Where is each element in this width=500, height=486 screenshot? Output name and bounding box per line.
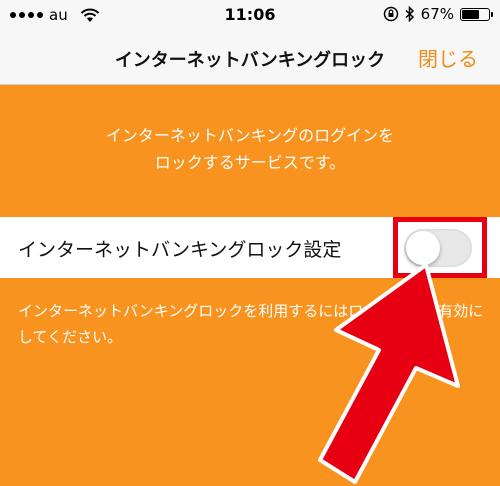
setting-row: インターネットバンキングロック設定 <box>0 217 500 278</box>
battery-icon <box>460 7 493 21</box>
service-description: インターネットバンキングのログインを ロックするサービスです。 <box>0 122 500 176</box>
setting-note: インターネットバンキングロックを利用するにはロック設定を有効にしてください。 <box>18 302 484 346</box>
close-button[interactable]: 閉じる <box>418 43 478 72</box>
nav-bar: インターネットバンキングロック 閉じる <box>0 30 500 85</box>
description-line-1: インターネットバンキングのログインを <box>105 126 395 145</box>
description-line-2: ロックするサービスです。 <box>154 153 346 172</box>
setting-label: インターネットバンキングロック設定 <box>18 239 342 261</box>
toggle-knob <box>406 231 440 265</box>
status-right: 67% <box>383 5 493 23</box>
orientation-lock-icon <box>383 6 398 22</box>
battery-percent: 67% <box>420 5 454 23</box>
status-bar: au 11:06 67% <box>0 0 500 30</box>
bluetooth-icon <box>405 6 414 22</box>
lock-toggle-switch[interactable] <box>404 229 472 267</box>
